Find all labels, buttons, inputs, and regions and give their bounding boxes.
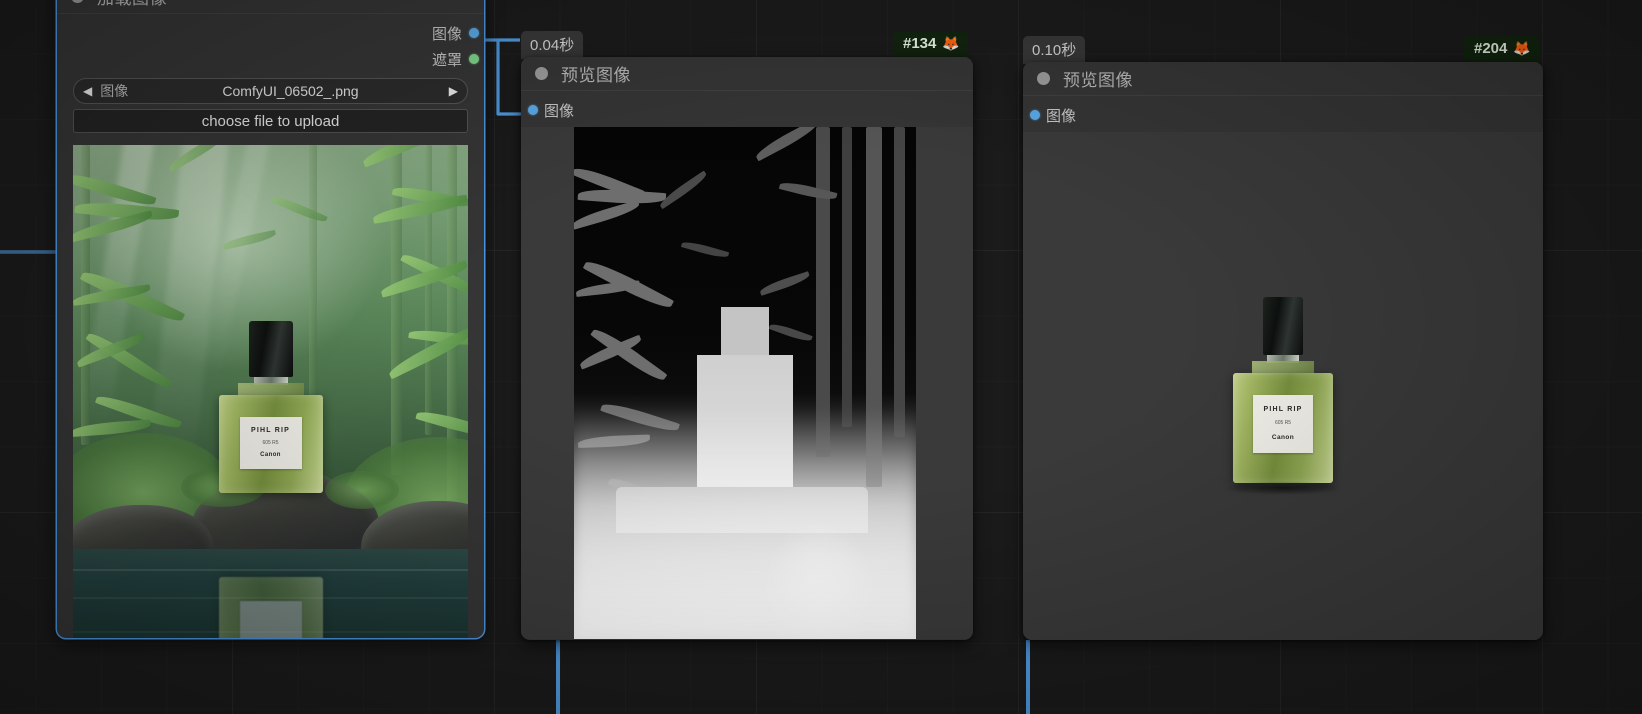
fox-icon: 🦊	[942, 35, 960, 51]
fox-icon: 🦊	[1513, 40, 1531, 56]
node-title-bar[interactable]: 预览图像	[1023, 62, 1543, 96]
input-slot-image[interactable]: 图像	[1023, 102, 1543, 128]
node-image-preview[interactable]: PIHL RIP 605 R5 Canon	[73, 145, 468, 638]
node-title-text: 预览图像	[561, 66, 631, 85]
output-slot-image[interactable]: 图像	[57, 20, 484, 46]
bottle-label-sub: 605 R5	[1274, 419, 1292, 426]
choose-file-to-upload-button[interactable]: choose file to upload	[73, 109, 468, 133]
node-id-text: #204	[1474, 40, 1508, 57]
chevron-left-icon[interactable]: ◀	[83, 85, 92, 97]
input-slot-dot-icon[interactable]	[528, 105, 538, 115]
input-slot-dot-icon[interactable]	[1030, 110, 1040, 120]
bottle-label-main: PIHL RIP	[1263, 405, 1303, 413]
bottle-label: PIHL RIP 605 R5 Canon	[239, 417, 302, 469]
output-slot-dot-icon[interactable]	[469, 54, 479, 64]
output-slot-label: 遮罩	[431, 51, 462, 69]
choose-file-label: choose file to upload	[201, 112, 340, 130]
node-title-bar[interactable]: 预览图像	[521, 57, 973, 91]
bottle-label-sub: 605 R5	[262, 439, 279, 446]
bottle-label: PIHL RIP 605 R5 Canon	[1253, 395, 1313, 453]
bottle-label-brand: Canon	[260, 451, 281, 458]
output-slot-dot-icon[interactable]	[469, 28, 479, 38]
node-title-text: 加载图像	[97, 0, 167, 9]
bottle-label-main: PIHL RIP	[250, 426, 291, 434]
output-slot-label: 图像	[431, 25, 462, 43]
exec-time-badge-204: 0.10秒	[1023, 36, 1086, 64]
collapse-dot-icon[interactable]	[535, 67, 548, 80]
node-id-badge-204: #204 🦊	[1464, 36, 1539, 62]
input-slot-label: 图像	[544, 102, 575, 120]
bottle-cutout-artwork: PIHL RIP 605 R5 Canon	[1023, 132, 1543, 640]
node-id-text: #134	[903, 35, 937, 52]
exec-time-text: 0.04秒	[530, 37, 575, 54]
combo-label: 图像	[100, 83, 129, 99]
input-slot-image[interactable]: 图像	[521, 97, 973, 123]
node-title-bar[interactable]: 加载图像	[57, 0, 484, 14]
exec-time-text: 0.10秒	[1032, 42, 1077, 59]
combo-value: ComfyUI_06502_.png	[222, 83, 359, 99]
node-title-text: 预览图像	[1063, 71, 1133, 90]
bottle-label-brand: Canon	[1271, 433, 1295, 441]
bamboo-scene-artwork: PIHL RIP 605 R5 Canon	[73, 145, 468, 638]
exec-time-badge-134: 0.04秒	[521, 31, 584, 59]
node-preview-image-depth[interactable]: 预览图像 图像	[521, 57, 973, 640]
perfume-bottle: PIHL RIP 605 R5 Canon	[73, 321, 468, 493]
chevron-right-icon[interactable]: ▶	[449, 85, 458, 97]
graph-canvas[interactable]: 加载图像 图像 遮罩 ◀ 图像 ComfyUI_06502_.png ▶ cho…	[0, 0, 1642, 714]
perfume-bottle-reflection	[73, 577, 468, 638]
node-load-image[interactable]: 加载图像 图像 遮罩 ◀ 图像 ComfyUI_06502_.png ▶ cho…	[57, 0, 484, 638]
collapse-dot-icon[interactable]	[71, 0, 84, 3]
node-image-preview[interactable]	[521, 127, 973, 639]
node-image-preview[interactable]: PIHL RIP 605 R5 Canon	[1023, 132, 1543, 640]
perfume-bottle: PIHL RIP 605 R5 Canon	[1023, 297, 1543, 497]
image-combo-widget[interactable]: ◀ 图像 ComfyUI_06502_.png ▶	[73, 78, 468, 104]
input-slot-label: 图像	[1046, 107, 1077, 125]
node-id-badge-134: #134 🦊	[893, 31, 968, 57]
output-slot-mask[interactable]: 遮罩	[57, 46, 484, 72]
collapse-dot-icon[interactable]	[1037, 72, 1050, 85]
depth-map-artwork	[574, 127, 916, 639]
node-preview-image-cutout[interactable]: 预览图像 图像 PIHL RIP 605 R5 Canon	[1023, 62, 1543, 640]
